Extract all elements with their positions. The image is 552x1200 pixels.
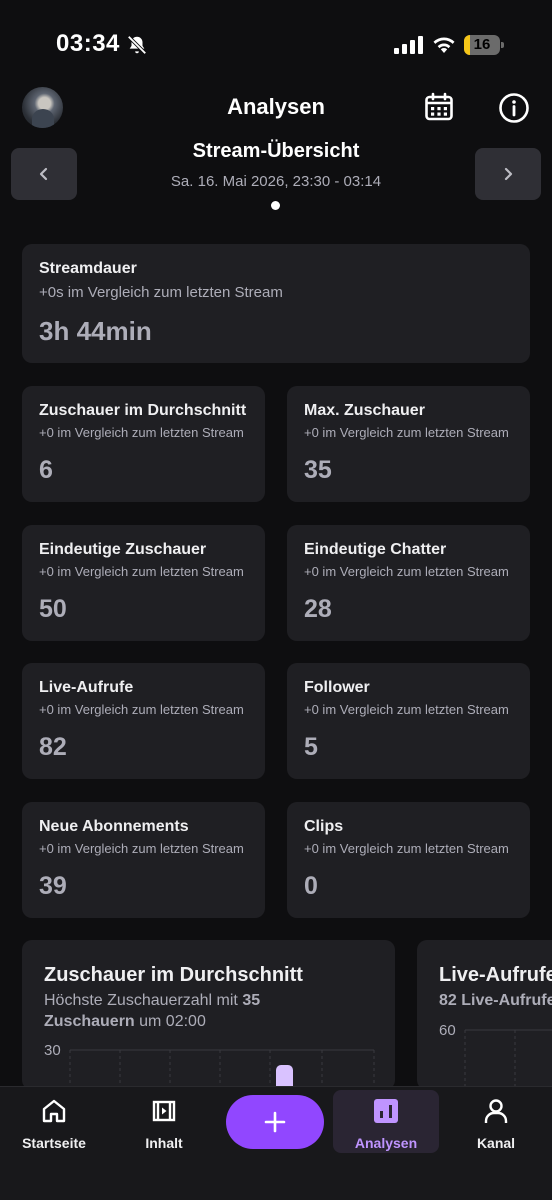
bottom-navigation: Startseite Inhalt Analysen Kanal [0,1086,552,1200]
live-views-chart-grid [464,1029,552,1090]
chart-title: Live-Aufrufe [439,964,552,986]
bar-chart-icon [374,1099,398,1123]
plus-icon [264,1111,286,1133]
stat-card-followers: Follower +0 im Vergleich zum letzten Str… [287,663,530,779]
next-stream-button[interactable] [475,148,541,200]
stat-value: 0 [304,872,318,900]
page-title: Analysen [227,94,325,119]
stream-overview-title: Stream-Übersicht [192,140,360,162]
nav-channel[interactable]: Kanal [443,1087,549,1153]
stat-comparison: +0s im Vergleich zum letzten Stream [39,284,283,301]
stat-title: Max. Zuschauer [304,402,425,419]
chart-subtitle-time: um 02:00 [134,1013,206,1030]
stat-title: Follower [304,679,370,696]
stream-date-range: Sa. 16. Mai 2026, 23:30 - 03:14 [170,173,382,190]
nav-analytics-label: Analysen [354,1135,418,1151]
stat-title: Live-Aufrufe [39,679,134,696]
chart-subtitle-prefix: Höchste Zuschauerzahl mit [44,992,243,1009]
stat-value: 3h 44min [39,316,152,346]
status-time: 03:34 [56,30,120,57]
calendar-icon[interactable] [424,92,454,122]
stat-value: 50 [39,595,67,623]
nav-channel-label: Kanal [476,1135,516,1151]
chart-card-avg-viewers[interactable]: Zuschauer im Durchschnitt Höchste Zuscha… [22,940,395,1090]
y-axis-tick: 30 [44,1042,61,1059]
stat-value: 6 [39,456,53,484]
create-button[interactable] [226,1095,324,1149]
stat-value: 82 [39,733,67,761]
stat-card-max-viewers: Max. Zuschauer +0 im Vergleich zum letzt… [287,386,530,502]
y-axis-tick: 60 [439,1022,456,1039]
stat-title: Neue Abonnements [39,818,189,835]
page-indicator-dot [271,201,280,210]
nav-home-label: Startseite [22,1135,86,1151]
bell-muted-icon [127,35,147,55]
stat-title: Eindeutige Chatter [304,541,447,558]
stat-card-clips: Clips +0 im Vergleich zum letzten Stream… [287,802,530,918]
stat-card-unique-chatters: Eindeutige Chatter +0 im Vergleich zum l… [287,525,530,641]
stat-value: 35 [304,456,332,484]
stat-value: 5 [304,733,318,761]
stat-card-unique-viewers: Eindeutige Zuschauer +0 im Vergleich zum… [22,525,265,641]
video-library-icon [152,1100,176,1122]
stat-value: 28 [304,595,332,623]
stat-comparison: +0 im Vergleich zum letzten Stream [304,564,509,579]
nav-home[interactable]: Startseite [1,1087,107,1153]
stat-value: 39 [39,872,67,900]
stat-comparison: +0 im Vergleich zum letzten Stream [39,841,244,856]
nav-content[interactable]: Inhalt [111,1087,217,1153]
stat-title: Clips [304,818,344,835]
stat-card-live-views: Live-Aufrufe +0 im Vergleich zum letzten… [22,663,265,779]
info-icon[interactable] [498,92,530,124]
battery-indicator: 16 [464,35,504,55]
stat-card-avg-viewers: Zuschauer im Durchschnitt +0 im Vergleic… [22,386,265,502]
stat-title: Eindeutige Zuschauer [39,541,207,558]
chart-subtitle: 82 Live-Aufrufe [439,992,552,1009]
stat-comparison: +0 im Vergleich zum letzten Stream [304,702,509,717]
wifi-icon [433,37,455,53]
chart-title: Zuschauer im Durchschnitt [44,964,303,986]
chevron-right-icon [504,167,513,181]
chart-subtitle: Höchste Zuschauerzahl mit 35 Zuschauern … [44,990,344,1032]
stat-comparison: +0 im Vergleich zum letzten Stream [39,702,244,717]
home-icon [42,1099,66,1123]
battery-level: 16 [473,36,491,53]
chart-card-live-views[interactable]: Live-Aufrufe 82 Live-Aufrufe 60 [417,940,552,1090]
stat-card-new-subscriptions: Neue Abonnements +0 im Vergleich zum let… [22,802,265,918]
status-bar: 03:34 16 [0,0,552,88]
user-icon [484,1099,508,1123]
stat-card-stream-duration: Streamdauer +0s im Vergleich zum letzten… [22,244,530,363]
stat-title: Streamdauer [39,260,137,277]
nav-content-label: Inhalt [145,1135,183,1151]
stat-comparison: +0 im Vergleich zum letzten Stream [304,425,509,440]
stat-title: Zuschauer im Durchschnitt [39,402,247,419]
stat-comparison: +0 im Vergleich zum letzten Stream [304,841,509,856]
cellular-signal-icon [394,36,423,54]
stat-comparison: +0 im Vergleich zum letzten Stream [39,564,244,579]
nav-analytics[interactable]: Analysen [333,1090,439,1153]
stat-comparison: +0 im Vergleich zum letzten Stream [39,425,244,440]
